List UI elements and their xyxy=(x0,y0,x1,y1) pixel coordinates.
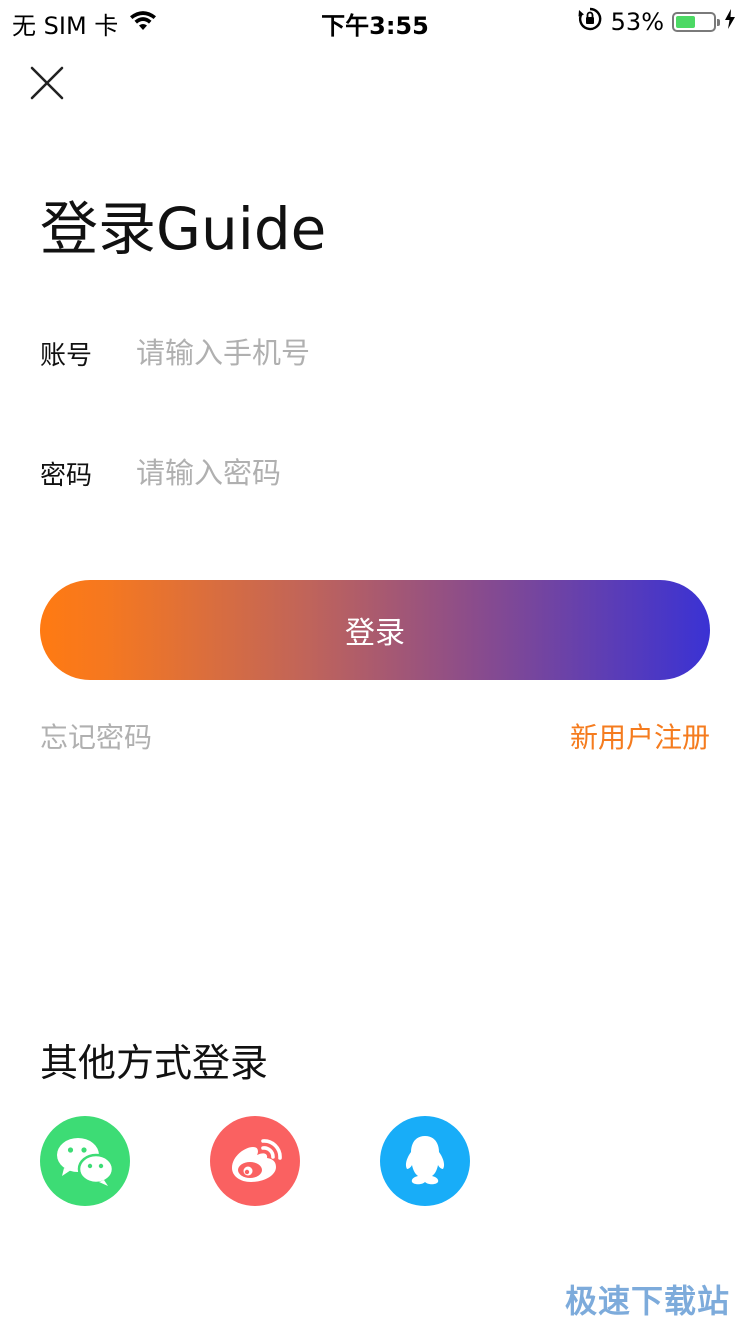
account-row: 账号 xyxy=(40,323,710,383)
charging-icon xyxy=(724,8,736,36)
login-button[interactable]: 登录 xyxy=(40,580,710,680)
watermark: 极速下载站 xyxy=(564,1282,730,1320)
orientation-lock-icon xyxy=(577,6,603,38)
other-login-title: 其他方式登录 xyxy=(40,1041,269,1085)
register-link[interactable]: 新用户注册 xyxy=(570,716,710,756)
weibo-login-button[interactable] xyxy=(210,1116,300,1206)
account-label: 账号 xyxy=(40,340,93,371)
login-screen: 无 SIM 卡 下午3:55 53% 登录Guide 账号 请输入手机号 密码 … xyxy=(0,0,750,1334)
page-title: 登录Guide xyxy=(40,195,327,263)
social-login-row xyxy=(40,1116,470,1206)
password-label: 密码 xyxy=(40,460,93,491)
close-icon xyxy=(30,66,64,100)
qq-login-button[interactable] xyxy=(380,1116,470,1206)
battery-percent: 53% xyxy=(610,8,664,36)
wechat-login-button[interactable] xyxy=(40,1116,130,1206)
battery-fill xyxy=(676,16,695,28)
close-button[interactable] xyxy=(26,62,68,104)
battery-icon xyxy=(672,12,720,32)
password-input[interactable] xyxy=(136,448,710,498)
phone-input[interactable] xyxy=(136,328,710,378)
status-right: 53% xyxy=(577,6,736,38)
link-row: 忘记密码 新用户注册 xyxy=(40,716,710,756)
weibo-icon xyxy=(232,1139,282,1182)
status-bar: 无 SIM 卡 下午3:55 53% xyxy=(0,0,750,40)
password-row: 密码 xyxy=(40,443,710,503)
forgot-password-link[interactable]: 忘记密码 xyxy=(40,716,152,756)
qq-icon xyxy=(405,1136,445,1185)
wechat-icon xyxy=(57,1138,115,1186)
